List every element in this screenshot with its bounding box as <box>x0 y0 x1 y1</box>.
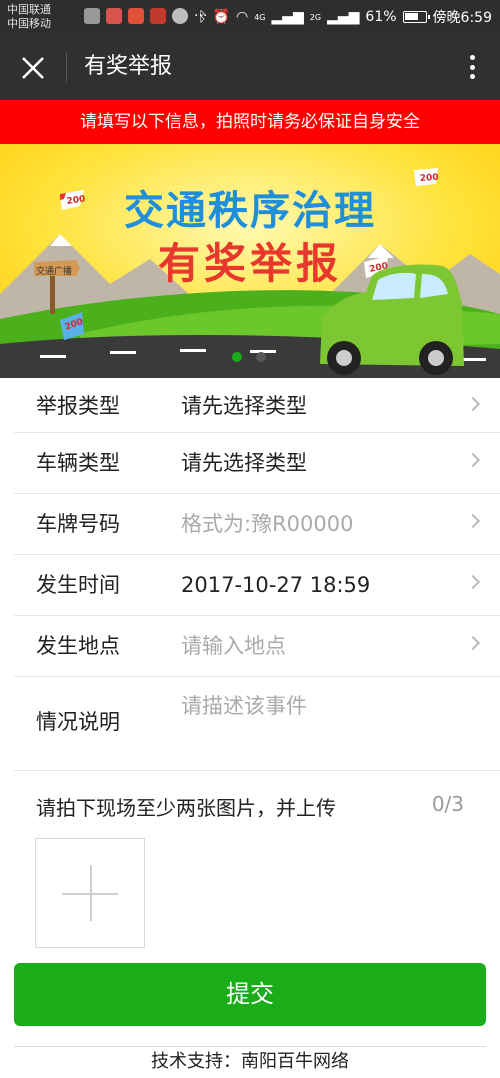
banner-subheadline: 有奖举报 <box>157 239 342 288</box>
car-hub-rear <box>428 350 444 366</box>
location-label: 发生地点 <box>36 634 120 658</box>
form-row-vehicle-type[interactable]: 车辆类型 请先选择类型 <box>14 433 500 494</box>
signal-icon: ▂▄▆ <box>271 9 304 25</box>
app-icon-red <box>128 8 144 24</box>
briefcase-icon <box>84 8 100 24</box>
upload-count: 0/3 <box>431 792 464 816</box>
safety-notice: 请填写以下信息，拍照时请务必保证自身安全 <box>0 100 500 144</box>
carousel-dot-active[interactable] <box>232 352 242 362</box>
road-dash <box>110 351 136 354</box>
carrier-info: 中国联通 中国移动 <box>7 3 51 31</box>
upload-hint: 请拍下现场至少两张图片，并上传 <box>36 796 336 820</box>
close-icon <box>22 57 44 79</box>
description-label: 情况说明 <box>36 710 120 734</box>
chevron-right-icon <box>465 396 481 412</box>
chat-icon <box>172 8 188 24</box>
chevron-right-icon <box>465 452 481 468</box>
carousel-dot[interactable] <box>256 352 266 362</box>
chevron-right-icon <box>465 513 481 529</box>
form-row-location[interactable]: 发生地点 请输入地点 <box>14 616 500 677</box>
chevron-right-icon <box>465 574 481 590</box>
page-title: 有奖举报 <box>84 54 173 79</box>
banner-carousel[interactable]: 200 200 200 200 交通秩序治理 有奖举报 交通广播 <box>0 144 500 378</box>
signpost-label: 交通广播 <box>36 267 73 277</box>
app-icon-dark-red <box>150 8 166 24</box>
time-label: 发生时间 <box>36 573 120 597</box>
road-dash <box>40 355 66 358</box>
bluetooth-icon: ᛒ <box>198 9 207 25</box>
footer-divider <box>14 1046 486 1047</box>
battery-percent: 61% <box>365 9 397 25</box>
form-row-plate-number[interactable]: 车牌号码 格式为:豫R00000 <box>14 494 500 555</box>
time-picker[interactable]: 2017-10-27 18:59 <box>181 555 370 615</box>
report-type-label: 举报类型 <box>36 394 120 418</box>
form-row-time[interactable]: 发生时间 2017-10-27 18:59 <box>14 555 500 616</box>
form-row-report-type[interactable]: 举报类型 请先选择类型 <box>14 378 500 433</box>
clock: 傍晚6:59 <box>432 10 492 26</box>
submit-button[interactable]: 提交 <box>14 963 486 1026</box>
alarm-icon: ⏰ <box>212 9 230 25</box>
wifi-icon: ◠ <box>235 9 249 25</box>
carousel-indicator <box>232 352 266 362</box>
location-input[interactable]: 请输入地点 <box>181 616 286 676</box>
more-dot <box>469 55 475 60</box>
add-photo-button[interactable] <box>35 838 145 948</box>
network-type-2: 2G <box>309 12 322 22</box>
battery-icon <box>402 11 430 23</box>
plate-number-input[interactable]: 格式为:豫R00000 <box>181 494 353 554</box>
system-status: ᛒ ⏰ ◠ 4G ▂▄▆ 2G ▂▄▆ 61% 傍晚6:59 <box>198 7 492 27</box>
more-dot <box>469 74 475 79</box>
vehicle-type-label: 车辆类型 <box>36 451 120 475</box>
chevron-right-icon <box>465 635 481 651</box>
road-dash <box>180 349 206 352</box>
notification-icons: ··· <box>84 8 207 24</box>
report-type-select[interactable]: 请先选择类型 <box>181 378 307 434</box>
status-bar: 中国联通 中国移动 ··· ᛒ ⏰ ◠ 4G ▂▄▆ 2G ▂▄▆ 61% 傍晚… <box>0 0 500 34</box>
close-button[interactable] <box>16 51 50 85</box>
banner-headline: 交通秩序治理 <box>124 188 376 234</box>
form-row-description[interactable]: 情况说明 请描述该事件 <box>14 677 500 771</box>
more-dot <box>469 64 475 70</box>
health-icon <box>106 8 122 24</box>
report-form: 举报类型 请先选择类型 车辆类型 请先选择类型 车牌号码 格式为:豫R00000… <box>0 378 500 771</box>
footer-credit: 技术支持：南阳百牛网络 <box>151 1051 349 1072</box>
vehicle-type-select[interactable]: 请先选择类型 <box>181 433 307 493</box>
title-divider <box>66 52 67 82</box>
signal-icon-2: ▂▄▆ <box>327 9 360 25</box>
carrier-2: 中国移动 <box>7 17 51 30</box>
road-dash <box>460 358 486 361</box>
car-hub-front <box>336 350 352 366</box>
network-type: 4G <box>254 12 266 22</box>
title-bar: 有奖举报 <box>0 34 500 100</box>
carrier-1: 中国联通 <box>7 3 51 16</box>
more-menu-button[interactable] <box>466 52 478 82</box>
plate-number-label: 车牌号码 <box>36 512 120 536</box>
description-textarea[interactable]: 请描述该事件 <box>181 691 307 721</box>
